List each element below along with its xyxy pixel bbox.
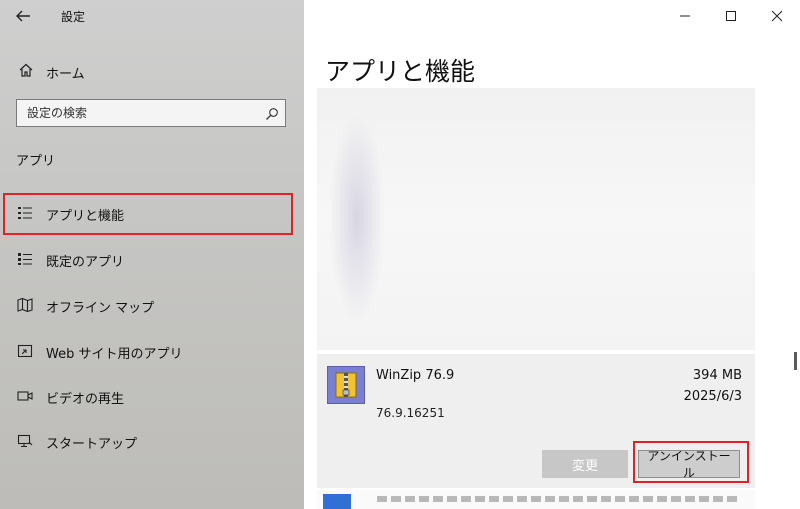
window-title: 設定 <box>61 10 86 24</box>
app-install-date: 2025/6/3 <box>683 389 742 404</box>
sidebar-item-label: 既定のアプリ <box>46 255 125 270</box>
sidebar-item-web-apps[interactable]: Web サイト用のアプリ <box>0 331 304 371</box>
sidebar-item-label: スタートアップ <box>46 437 138 452</box>
maximize-button[interactable] <box>708 0 754 32</box>
sidebar-item-offline-maps[interactable]: オフライン マップ <box>0 285 304 325</box>
minimize-icon <box>680 15 690 17</box>
sidebar-item-label: アプリと機能 <box>46 209 125 224</box>
close-button[interactable] <box>754 0 800 32</box>
close-icon <box>771 10 783 22</box>
search-box[interactable] <box>16 99 286 127</box>
search-input[interactable] <box>17 100 267 126</box>
back-arrow-icon[interactable] <box>14 7 32 25</box>
app-list-item[interactable] <box>317 490 755 509</box>
winzip-app-icon <box>327 366 365 404</box>
red-highlight-box <box>633 441 749 483</box>
web-app-icon <box>17 343 33 359</box>
app-name: WinZip 76.9 <box>376 368 455 383</box>
home-label: ホーム <box>46 67 85 82</box>
sidebar-item-startup[interactable]: スタートアップ <box>0 421 304 461</box>
app-size: 394 MB <box>692 368 742 383</box>
sidebar-item-apps-features[interactable]: アプリと機能 <box>0 193 304 235</box>
scrollbar-thumb[interactable] <box>794 352 797 370</box>
page-title: アプリと機能 <box>325 57 476 86</box>
window-controls <box>662 0 800 32</box>
default-apps-icon <box>17 251 33 267</box>
sidebar-item-video-playback[interactable]: ビデオの再生 <box>0 376 304 416</box>
search-icon[interactable] <box>265 106 279 120</box>
modify-button[interactable]: 変更 <box>542 450 628 478</box>
minimize-button[interactable] <box>662 0 708 32</box>
startup-icon <box>17 433 33 449</box>
sidebar-item-default-apps[interactable]: 既定のアプリ <box>0 239 304 279</box>
map-icon <box>17 297 33 313</box>
app-icon <box>323 494 351 509</box>
section-heading: アプリ <box>16 154 56 169</box>
sidebar-item-label: ビデオの再生 <box>46 392 125 407</box>
sidebar-item-label: Web サイト用のアプリ <box>46 347 183 362</box>
title-bar: 設定 <box>0 0 304 32</box>
apps-list-icon <box>17 205 33 221</box>
sidebar-item-label: オフライン マップ <box>46 301 155 316</box>
app-version: 76.9.16251 <box>376 406 445 420</box>
sidebar-item-home[interactable]: ホーム <box>0 56 304 86</box>
video-icon <box>17 388 33 404</box>
maximize-icon <box>726 11 736 21</box>
app-name-placeholder <box>377 496 737 502</box>
blurred-content-area <box>317 88 755 350</box>
home-icon <box>18 62 34 78</box>
settings-sidebar: 設定 ホーム アプリ アプリと機能 既定のアプリ オフライン マップ <box>0 0 304 509</box>
main-content: アプリと機能 WinZip 76.9 394 MB 2025/6/3 76.9.… <box>304 0 800 509</box>
